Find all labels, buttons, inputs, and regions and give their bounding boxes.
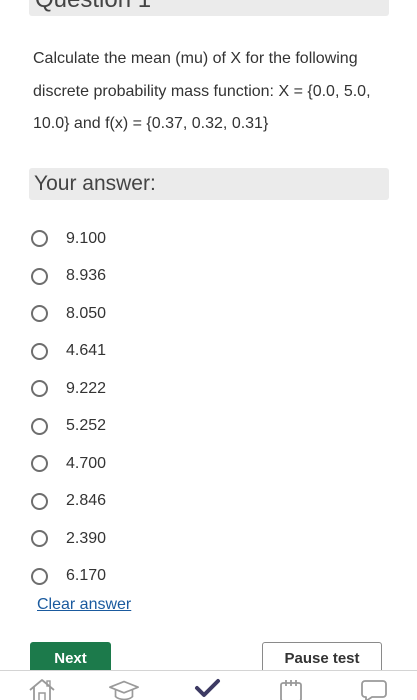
answer-option[interactable]: 2.846 — [31, 483, 371, 521]
answer-option-label: 8.050 — [66, 304, 107, 322]
answer-option-label: 4.641 — [66, 342, 107, 360]
radio-button[interactable] — [31, 455, 48, 473]
answer-option[interactable]: 9.100 — [31, 220, 371, 258]
home-icon — [29, 679, 55, 700]
answer-option-label: 2.390 — [66, 529, 107, 547]
answer-option-label: 9.222 — [66, 379, 107, 397]
tab-courses[interactable] — [108, 677, 140, 700]
tab-messages[interactable] — [358, 677, 390, 700]
answer-option[interactable]: 2.390 — [31, 520, 371, 558]
answer-option-label: 4.700 — [66, 454, 107, 472]
question-header: Question 1 — [29, 0, 389, 16]
answer-option-label: 8.936 — [66, 267, 107, 285]
bottom-tab-bar — [0, 670, 417, 700]
radio-button[interactable] — [31, 417, 48, 435]
radio-button[interactable] — [31, 567, 48, 585]
radio-button[interactable] — [31, 267, 48, 285]
tab-tests[interactable] — [191, 677, 223, 700]
answer-option[interactable]: 5.252 — [31, 408, 371, 446]
answer-option[interactable]: 6.170 — [31, 558, 371, 596]
answer-option[interactable]: 4.641 — [31, 333, 371, 371]
chat-bubble-icon — [361, 680, 387, 700]
radio-button[interactable] — [31, 305, 48, 323]
radio-button[interactable] — [31, 380, 48, 398]
checkmark-icon — [195, 679, 220, 697]
graduation-cap-icon — [109, 680, 139, 700]
radio-button[interactable] — [31, 230, 48, 248]
answer-option-label: 9.100 — [66, 229, 107, 247]
radio-button[interactable] — [31, 342, 48, 360]
answer-options: 9.100 8.936 8.050 4.641 9.222 5.252 4.70… — [31, 220, 371, 595]
answer-option[interactable]: 8.050 — [31, 295, 371, 333]
answer-option-label: 6.170 — [66, 567, 107, 585]
answer-option[interactable]: 9.222 — [31, 370, 371, 408]
tab-calendar[interactable] — [275, 677, 307, 700]
tab-home[interactable] — [26, 677, 58, 700]
radio-button[interactable] — [31, 492, 48, 510]
radio-button[interactable] — [31, 530, 48, 548]
answer-option-label: 5.252 — [66, 417, 107, 435]
answer-header: Your answer: — [29, 168, 389, 200]
answer-header-text: Your answer: — [34, 172, 156, 195]
calendar-icon — [280, 680, 302, 700]
answer-option[interactable]: 4.700 — [31, 445, 371, 483]
clear-answer-link[interactable]: Clear answer — [37, 596, 131, 614]
question-text: Calculate the mean (mu) of X for the fol… — [33, 50, 371, 132]
question-header-text: Question 1 — [35, 0, 151, 13]
answer-option-label: 2.846 — [66, 492, 107, 510]
answer-option[interactable]: 8.936 — [31, 258, 371, 296]
